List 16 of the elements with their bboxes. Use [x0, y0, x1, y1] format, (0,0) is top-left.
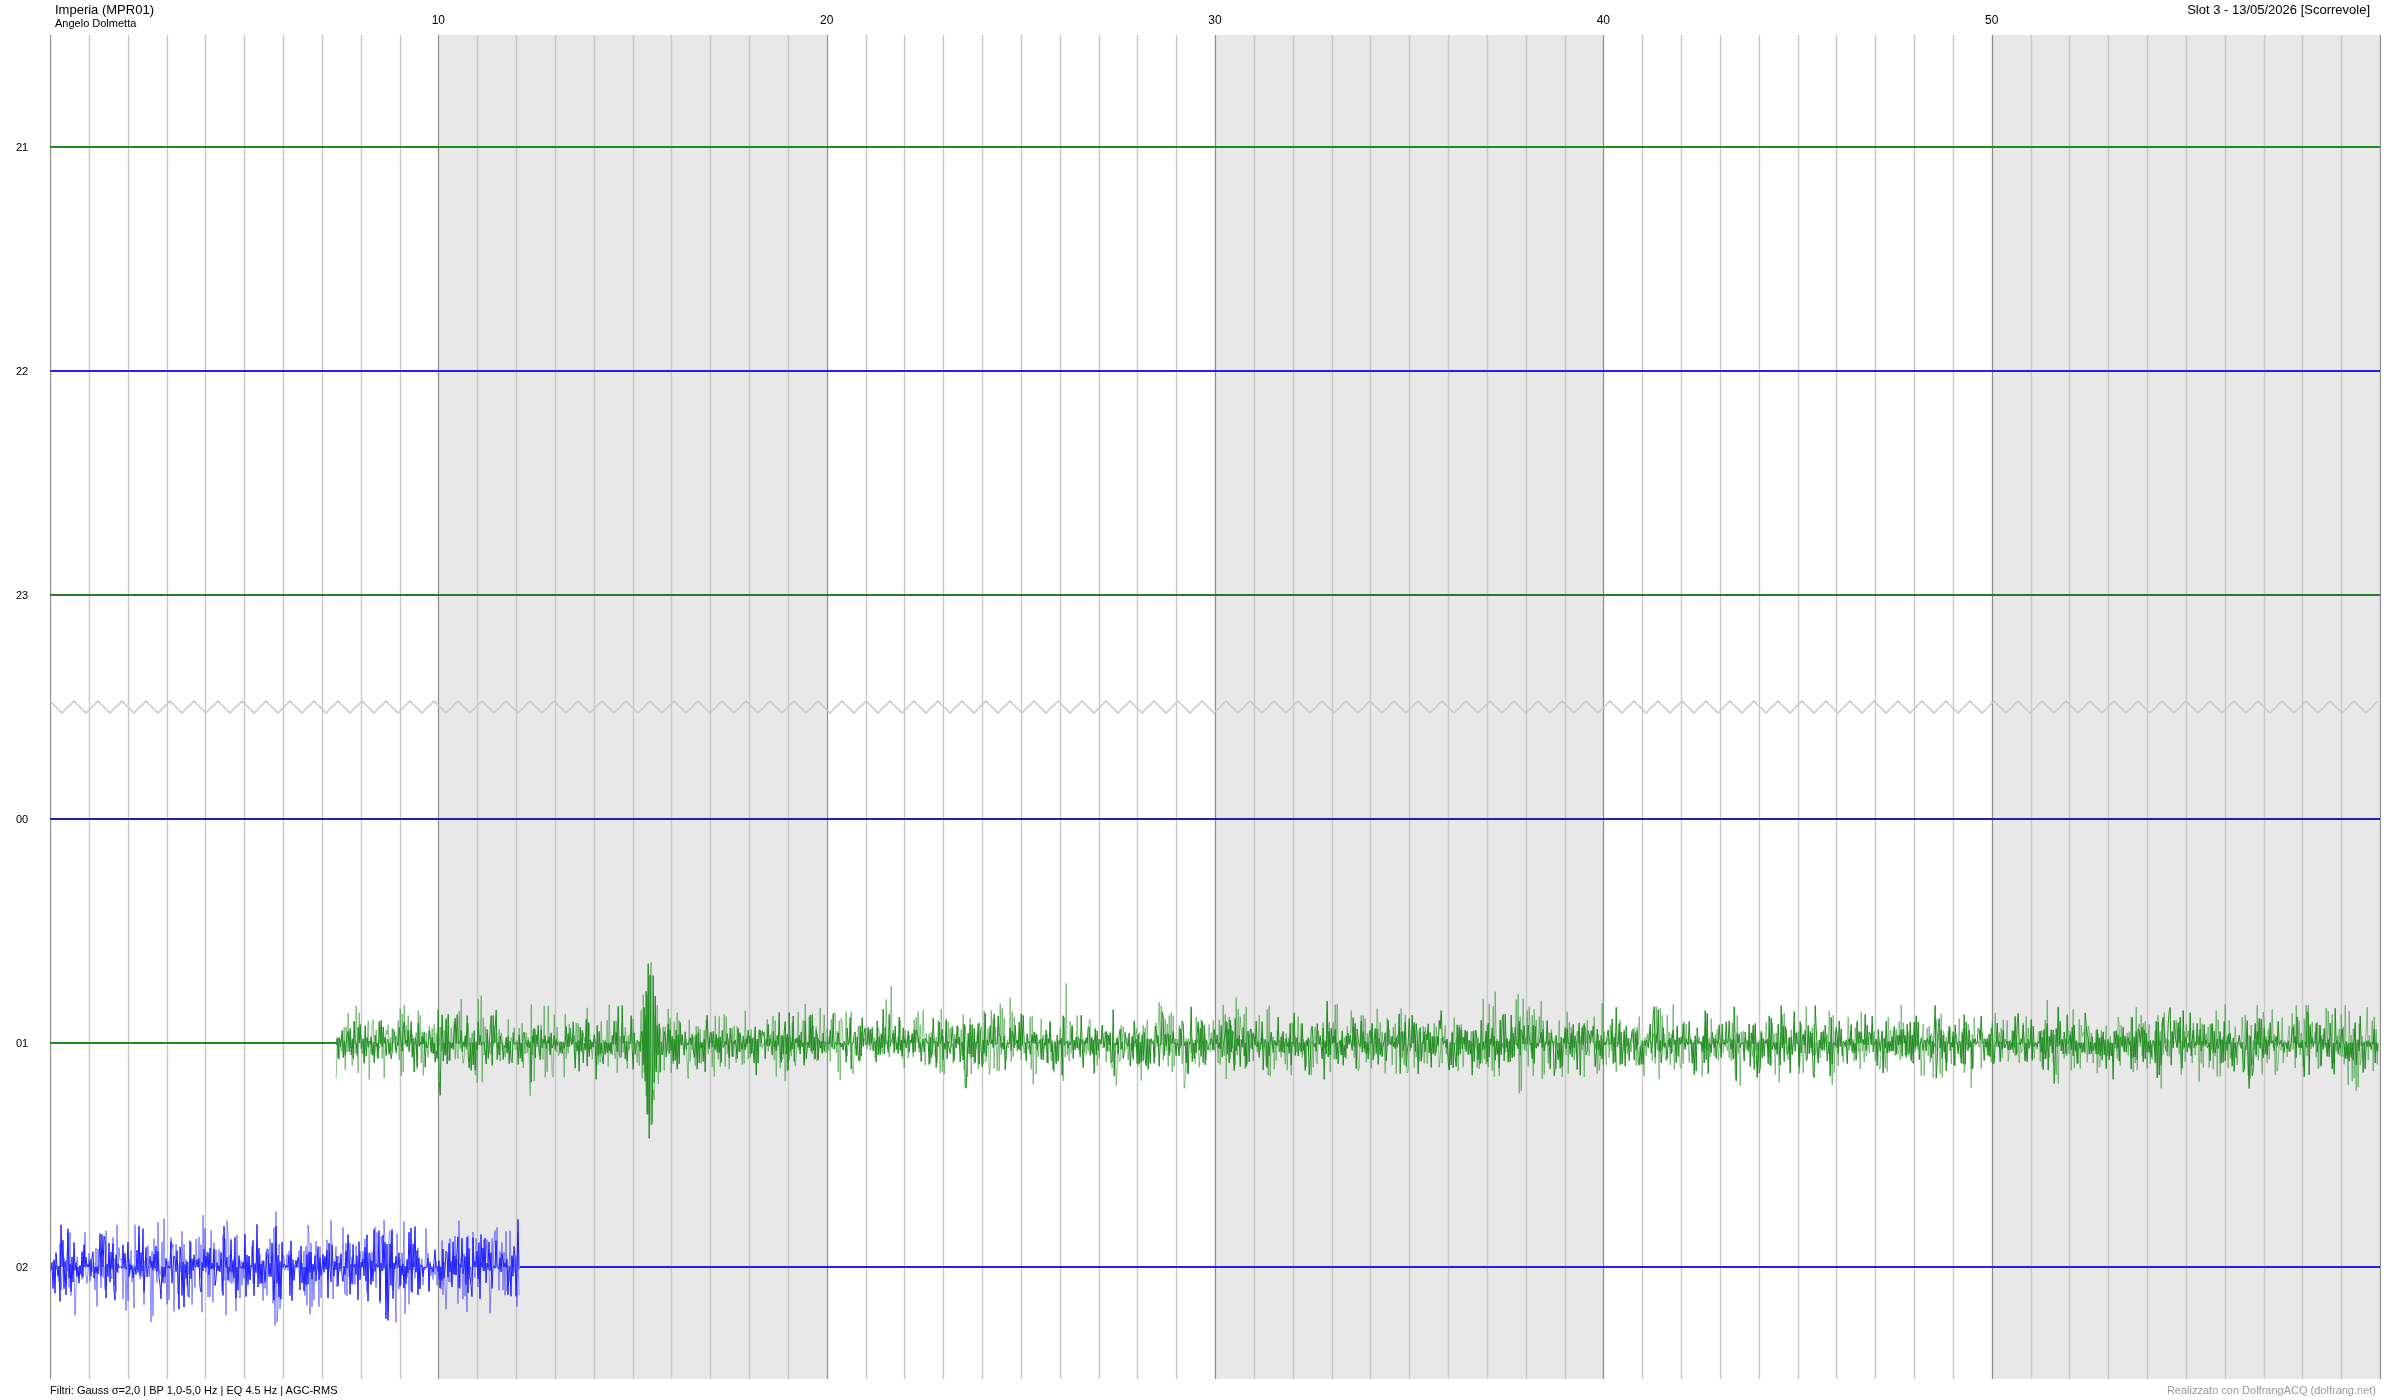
time-tick-label: 40: [1596, 14, 1610, 26]
hour-label: 01: [16, 1037, 29, 1049]
time-tick-label: 30: [1208, 14, 1222, 26]
operator-name: Angelo Dolmetta: [55, 17, 138, 29]
hour-label: 00: [16, 813, 29, 825]
time-tick-label: 50: [1985, 14, 1999, 26]
hour-label: 02: [16, 1261, 29, 1273]
hour-label: 21: [16, 141, 29, 153]
hour-label: 22: [16, 365, 29, 377]
credit-text: Realizzato con DolfrangACQ (dolfrang.net): [2166, 1383, 2376, 1396]
hour-label: 23: [16, 589, 29, 601]
station-title: Imperia (MPR01): [55, 3, 154, 17]
slot-label: Slot 3 - 13/05/2026 [Scorrevole]: [2187, 1, 2370, 17]
filter-info: Filtri: Gauss σ=2,0 | BP 1,0-5,0 Hz | EQ 4.5 Hz | AGC-RMS: [50, 1383, 338, 1396]
time-tick-label: 10: [431, 14, 445, 26]
time-tick-label: 20: [820, 14, 834, 26]
